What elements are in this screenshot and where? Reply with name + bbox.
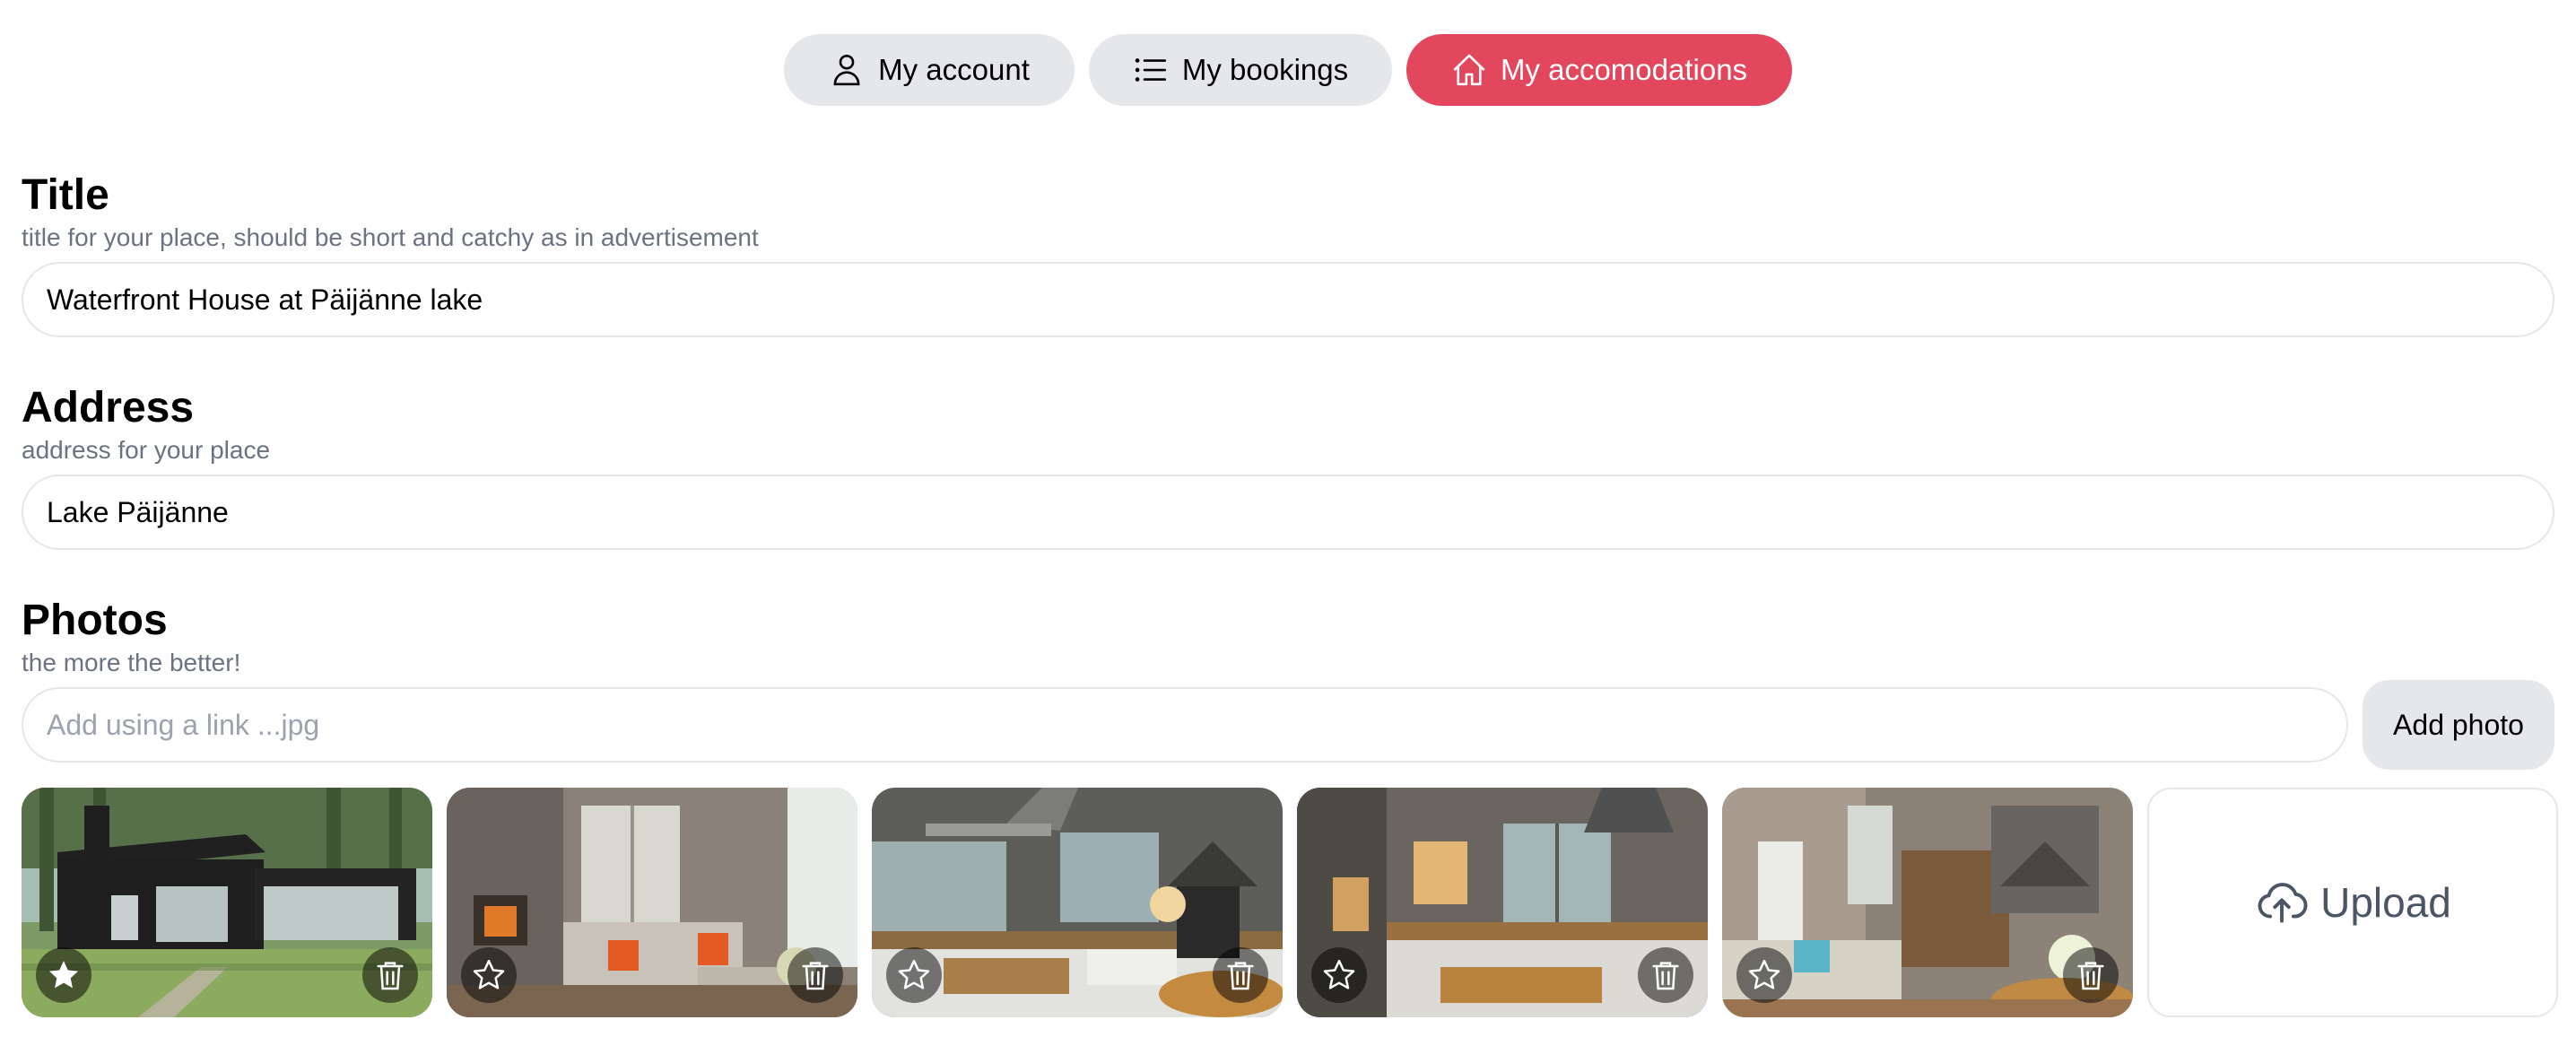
upload-button[interactable]: Upload	[2147, 788, 2558, 1017]
star-filled-icon	[49, 961, 78, 989]
set-main-photo-button[interactable]	[1736, 947, 1792, 1003]
cloud-upload-icon	[2258, 883, 2308, 923]
photo-thumbnail	[1722, 788, 2133, 1017]
title-input[interactable]	[22, 262, 2554, 337]
my-bookings-label: My bookings	[1181, 53, 1349, 86]
trash-icon	[802, 962, 829, 990]
user-icon	[833, 54, 860, 86]
photos-section: Photos the more the better! Add photo	[22, 596, 2554, 770]
delete-photo-button[interactable]	[362, 947, 418, 1003]
delete-photo-button[interactable]	[788, 947, 843, 1003]
set-main-photo-button[interactable]	[1311, 947, 1367, 1003]
address-hint: address for your place	[22, 436, 271, 464]
address-input[interactable]	[22, 475, 2554, 550]
my-accommodations-tab[interactable]: My accomodations	[1405, 34, 1792, 106]
address-section: Address address for your place	[22, 383, 2554, 550]
trash-icon	[1652, 962, 1679, 990]
account-nav: My account My bookings My accomodations	[0, 34, 2576, 106]
star-icon	[1748, 959, 1780, 989]
title-section: Title title for your place, should be sh…	[22, 170, 2554, 337]
star-icon	[473, 959, 505, 989]
title-heading: Title	[22, 171, 109, 219]
address-heading: Address	[22, 384, 195, 431]
photos-hint: the more the better!	[22, 649, 241, 676]
photos-heading: Photos	[22, 597, 168, 644]
photo-grid: Upload	[22, 788, 2558, 1017]
my-account-tab[interactable]: My account	[783, 34, 1075, 106]
trash-icon	[1227, 962, 1254, 990]
photo-thumbnail	[447, 788, 857, 1017]
list-icon	[1135, 58, 1166, 82]
star-icon	[898, 959, 930, 989]
star-icon	[1323, 959, 1355, 989]
set-main-photo-button[interactable]	[886, 947, 942, 1003]
title-hint: title for your place, should be short an…	[22, 223, 759, 251]
photo-link-input[interactable]	[22, 687, 2348, 763]
add-photo-button[interactable]: Add photo	[2363, 680, 2554, 770]
home-icon	[1453, 54, 1485, 86]
my-bookings-tab[interactable]: My bookings	[1088, 34, 1392, 106]
photo-thumbnail	[22, 788, 432, 1017]
delete-photo-button[interactable]	[1638, 947, 1693, 1003]
delete-photo-button[interactable]	[1213, 947, 1268, 1003]
delete-photo-button[interactable]	[2063, 947, 2119, 1003]
photo-thumbnail	[1297, 788, 1708, 1017]
trash-icon	[377, 962, 404, 990]
my-accommodations-label: My accomodations	[1500, 53, 1748, 86]
trash-icon	[2077, 962, 2104, 990]
upload-label: Upload	[2320, 879, 2451, 926]
set-main-photo-button[interactable]	[36, 947, 91, 1003]
set-main-photo-button[interactable]	[461, 947, 517, 1003]
my-account-label: My account	[878, 53, 1030, 86]
photo-thumbnail	[872, 788, 1283, 1017]
